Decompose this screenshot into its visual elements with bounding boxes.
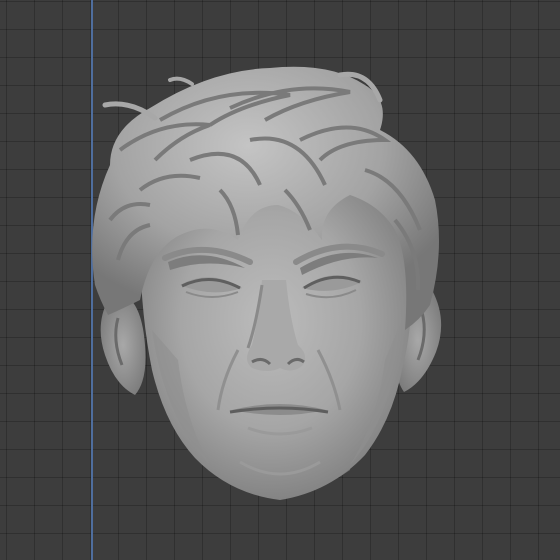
sculpted-head-model[interactable] <box>0 0 560 560</box>
3d-viewport[interactable] <box>0 0 560 560</box>
